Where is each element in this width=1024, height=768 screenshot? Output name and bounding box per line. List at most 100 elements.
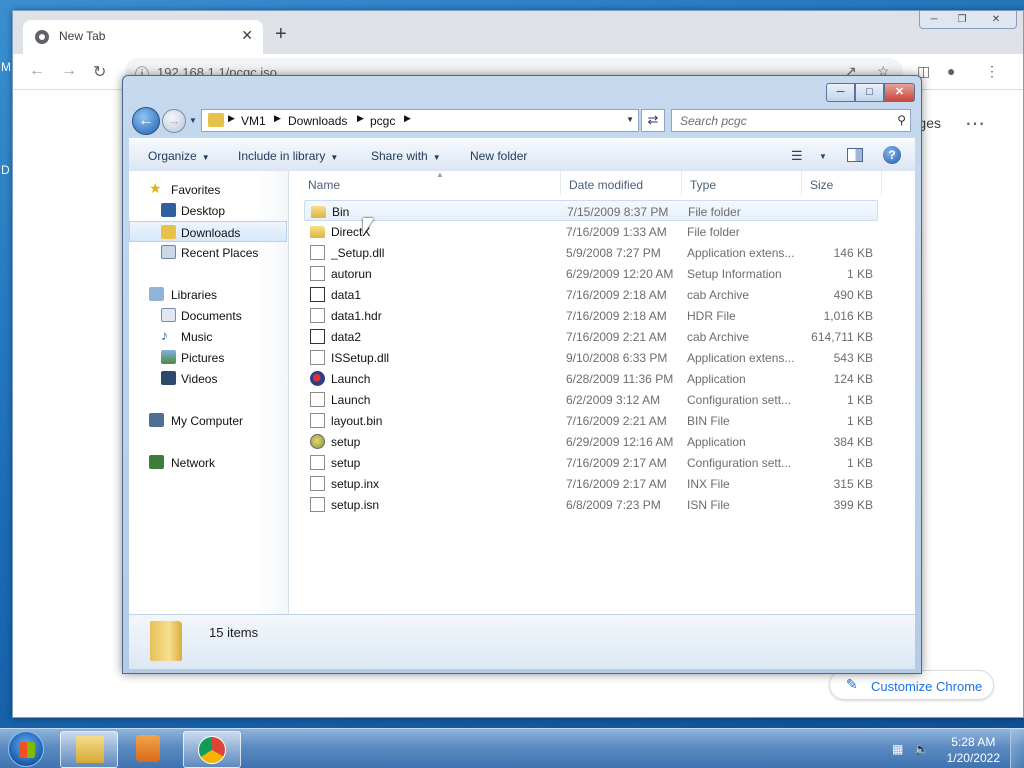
desktop-icon-label[interactable]: D [1,163,10,177]
file-row[interactable]: data1.hdr 7/16/2009 2:18 AM HDR File 1,016 … [304,305,878,326]
file-type: Setup Information [687,267,782,281]
config-icon [310,392,325,407]
start-button[interactable] [8,731,44,767]
file-type: Configuration sett... [687,393,792,407]
apps-grid-icon[interactable]: ⋯ [965,111,985,136]
recent-pages-icon[interactable]: ▼ [189,116,197,125]
breadcrumb-arrow-icon[interactable]: ▶ [357,113,364,124]
menu-icon[interactable]: ⋮ [985,63,999,80]
file-row[interactable]: autorun 6/29/2009 12:20 AM Setup Informati… [304,263,878,284]
file-row[interactable]: data1 7/16/2009 2:18 AM cab Archive 490 KB [304,284,878,305]
breadcrumb-downloads[interactable]: Downloads [288,114,347,128]
include-label: Include in library [238,149,326,163]
back-icon[interactable]: ← [29,62,45,80]
minimize-icon[interactable]: ─ [826,83,855,102]
close-window-icon[interactable]: ✕ [976,11,1016,28]
share-with-button[interactable]: Share with ▼ [371,149,441,163]
new-folder-button[interactable]: New folder [470,149,527,163]
chrome-tab[interactable]: New Tab ✕ [23,20,263,54]
address-bar[interactable]: ▶ VM1 ▶ Downloads ▶ pcgc ▶ ▼ [201,109,639,132]
file-row[interactable]: DirectX 7/16/2009 1:33 AM File folder [304,221,878,242]
close-tab-icon[interactable]: ✕ [241,27,253,44]
nav-item-recent-places[interactable]: Recent Places [129,242,287,263]
pictures-icon [161,350,176,364]
include-in-library-button[interactable]: Include in library ▼ [238,149,338,163]
nav-item-downloads[interactable]: Downloads [129,221,287,242]
minimize-icon[interactable]: ─ [920,11,948,28]
maximize-icon[interactable]: □ [855,83,884,102]
search-input[interactable]: Search pcgc ⚲ [671,109,911,132]
file-row[interactable]: ISSetup.dll 9/10/2008 6:33 PM Application … [304,347,878,368]
network-tray-icon[interactable]: ▦ [892,742,903,756]
address-dropdown-icon[interactable]: ▼ [626,115,634,124]
file-row[interactable]: Launch 6/28/2009 11:36 PM Application 124 K… [304,368,878,389]
column-header-type[interactable]: Type [682,171,802,195]
file-type: ISN File [687,498,730,512]
column-header-date[interactable]: Date modified [561,171,682,195]
breadcrumb-pcgc[interactable]: pcgc [370,114,395,128]
nav-item-documents[interactable]: Documents [129,305,287,326]
file-name: autorun [331,267,372,281]
nav-item-network[interactable]: Network [129,452,287,473]
column-header-size[interactable]: Size [802,171,882,195]
forward-button[interactable]: → [162,109,186,133]
file-date: 6/29/2009 12:20 AM [566,267,674,281]
config-icon [310,455,325,470]
file-row[interactable]: setup.inx 7/16/2009 2:17 AM INX File 315 KB [304,473,878,494]
chrome-window-controls: ─ ❐ ✕ [919,11,1017,29]
explorer-window: ─ □ ✕ ← → ▼ ▶ VM1 ▶ Downloads ▶ pcgc ▶ ▼… [122,75,922,674]
file-row[interactable]: Launch 6/2/2009 3:12 AM Configuration sett… [304,389,878,410]
breadcrumb-vm1[interactable]: VM1 [241,114,266,128]
volume-icon[interactable]: 🔈 [914,742,929,756]
taskbar-explorer-button[interactable] [60,731,118,768]
file-row[interactable]: _Setup.dll 5/9/2008 7:27 PM Application ex… [304,242,878,263]
back-button[interactable]: ← [132,107,160,135]
nav-item-my-computer[interactable]: My Computer [129,410,287,431]
search-icon[interactable]: ⚲ [897,113,906,127]
help-icon[interactable]: ? [883,146,901,164]
new-tab-button[interactable]: + [275,24,287,44]
organize-button[interactable]: Organize ▼ [148,149,210,163]
nav-label: My Computer [171,414,244,428]
file-name: layout.bin [331,414,383,428]
nav-item-videos[interactable]: Videos [129,368,287,389]
breadcrumb-arrow-icon[interactable]: ▶ [228,113,235,124]
file-row[interactable]: layout.bin 7/16/2009 2:21 AM BIN File 1 KB [304,410,878,431]
breadcrumb-arrow-icon[interactable]: ▶ [404,113,411,124]
refresh-button[interactable]: ⇄ [641,109,665,132]
chevron-down-icon[interactable]: ▼ [819,152,827,161]
nav-item-favorites[interactable]: ★ Favorites [129,179,287,200]
taskbar-chrome-button[interactable] [183,731,241,768]
chevron-down-icon: ▼ [432,153,441,162]
preview-pane-icon[interactable] [847,148,863,162]
file-row[interactable]: data2 7/16/2009 2:21 AM cab Archive 614,711… [304,326,878,347]
nav-item-music[interactable]: ♪ Music [129,326,287,347]
clock[interactable]: 5:28 AM 1/20/2022 [947,734,1000,766]
file-date: 9/10/2008 6:33 PM [566,351,668,365]
search-placeholder: Search pcgc [680,114,747,128]
nav-label: Videos [181,372,218,386]
file-size: 384 KB [833,435,873,449]
reload-icon[interactable]: ↻ [93,62,106,82]
nav-item-libraries[interactable]: Libraries [129,284,287,305]
breadcrumb-arrow-icon[interactable]: ▶ [274,113,281,124]
file-size: 1 KB [846,456,873,470]
taskbar-media-player-button[interactable] [120,731,178,768]
file-row[interactable]: Bin 7/15/2009 8:37 PM File folder [304,200,878,221]
file-row[interactable]: setup 7/16/2009 2:17 AM Configuration sett… [304,452,878,473]
desktop-icon-label[interactable]: M [1,60,11,74]
file-type: INX File [687,477,730,491]
profile-icon[interactable]: ● [947,63,955,79]
forward-icon[interactable]: → [61,62,77,80]
show-desktop-button[interactable] [1010,729,1024,768]
column-header-name[interactable]: Name ▲ [300,170,561,195]
nav-item-desktop[interactable]: Desktop [129,200,287,221]
nav-item-pictures[interactable]: Pictures [129,347,287,368]
downloads-folder-icon [161,225,176,239]
restore-icon[interactable]: ❐ [948,11,976,28]
change-view-icon[interactable]: ☰ [791,148,803,164]
file-row[interactable]: setup.isn 6/8/2009 7:23 PM ISN File 399 KB [304,494,878,515]
file-row[interactable]: setup 6/29/2009 12:16 AM Application 384 KB [304,431,878,452]
customize-chrome-button[interactable]: ✎ Customize Chrome [829,670,994,700]
close-window-icon[interactable]: ✕ [884,83,915,102]
